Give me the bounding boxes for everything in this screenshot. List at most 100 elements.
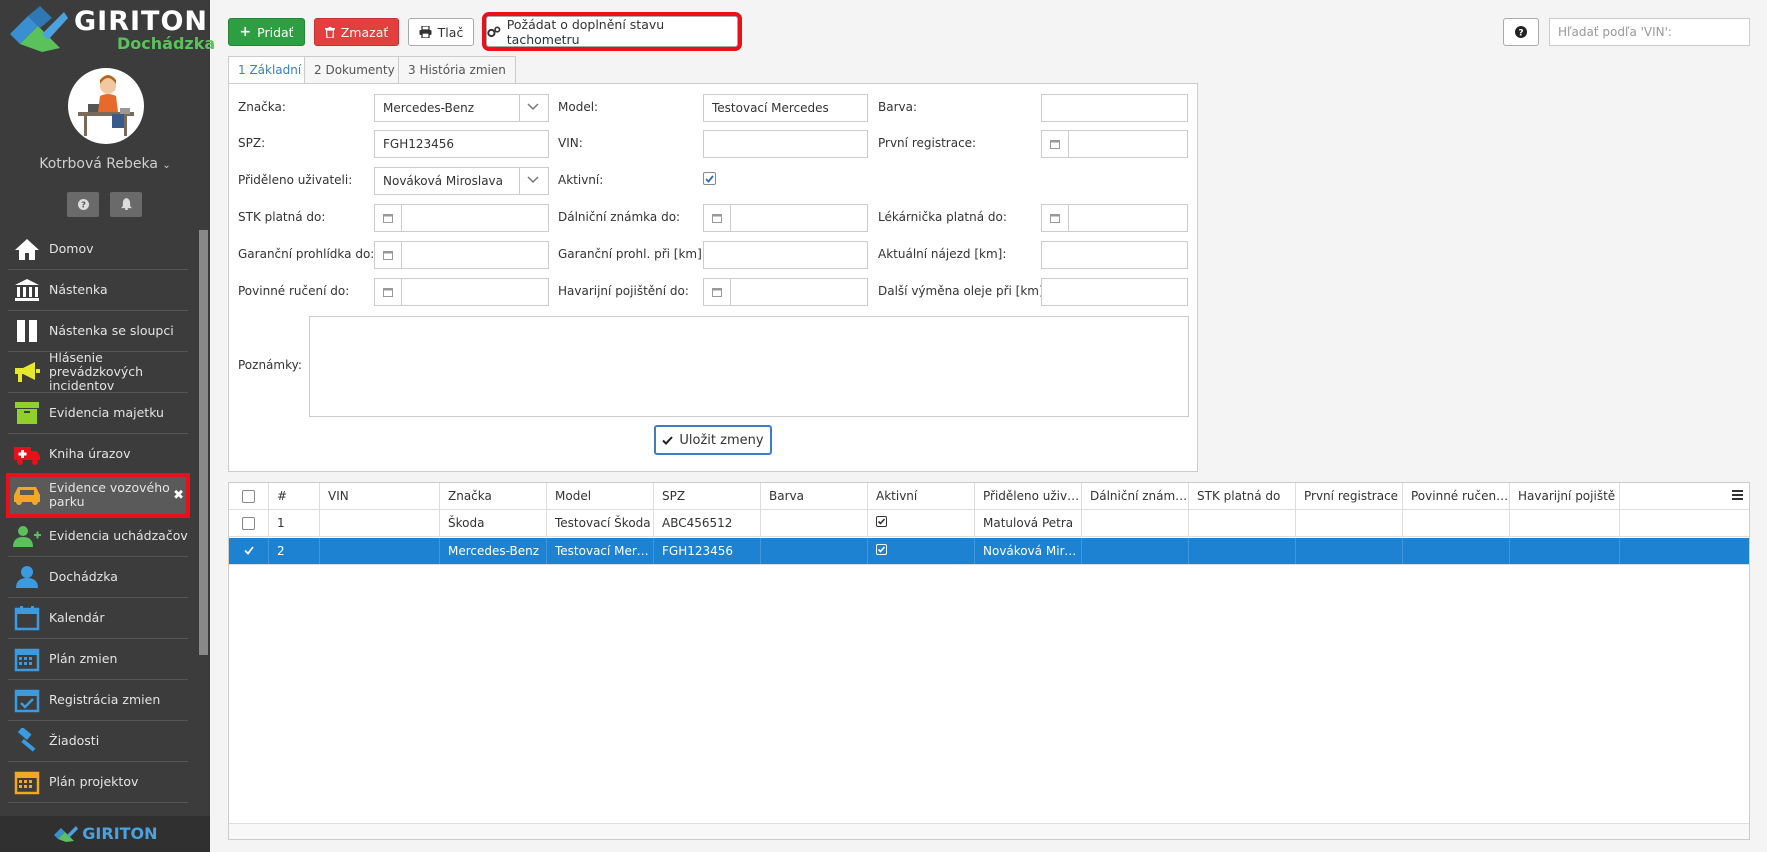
select-all-checkbox[interactable] — [242, 489, 255, 503]
table-row[interactable]: 2 Mercedes-BenzTestovací MercedesFGH12345… — [229, 538, 1749, 565]
sidebar-footer-logo[interactable]: GIRITON — [0, 816, 210, 852]
column-header[interactable]: VIN — [320, 483, 440, 509]
sidebar-item-label: Evidencia majetku — [49, 405, 164, 420]
sidebar-item-7[interactable]: Evidence vozového parku ✖ — [6, 473, 190, 518]
spz-input[interactable]: FGH123456 — [374, 130, 549, 158]
active-label: Aktivní: — [558, 173, 604, 187]
assigned-user-select[interactable]: Nováková Miroslava — [374, 167, 549, 195]
model-input[interactable]: Testovací Mercedes — [703, 94, 868, 122]
car-icon — [12, 480, 42, 510]
column-header[interactable]: # — [269, 483, 320, 509]
column-header[interactable]: První registrace — [1296, 483, 1403, 509]
sidebar-item-12[interactable]: Registrácia zmien — [8, 680, 188, 721]
mileage-input[interactable] — [1041, 241, 1188, 269]
row-select-cell[interactable] — [229, 510, 269, 536]
sidebar-item-9[interactable]: Dochádzka — [8, 557, 188, 598]
check-icon — [662, 435, 674, 445]
add-button[interactable]: + Pridať — [228, 18, 305, 46]
column-header[interactable]: Značka — [440, 483, 547, 509]
cell-color — [761, 510, 868, 536]
close-icon[interactable]: ✖ — [173, 488, 184, 503]
vin-input[interactable] — [703, 130, 868, 158]
column-header[interactable]: Havarijní pojiště — [1510, 483, 1620, 509]
sidebar-item-6[interactable]: Kniha úrazov — [8, 434, 188, 475]
save-button[interactable]: Uložit zmeny — [654, 425, 772, 455]
column-header[interactable]: Barva — [761, 483, 868, 509]
row-select-cell[interactable] — [229, 538, 269, 564]
archive-box-icon — [12, 398, 42, 428]
sidebar-item-label: Nástenka — [49, 282, 108, 297]
stk-date[interactable] — [374, 204, 549, 232]
column-header[interactable]: Dálniční známka do — [1082, 483, 1189, 509]
sidebar-item-label: Kniha úrazov — [49, 446, 131, 461]
table-horizontal-scrollbar[interactable] — [229, 823, 1749, 839]
first-registration-label: První registrace: — [878, 136, 977, 150]
check-square-icon — [876, 538, 887, 564]
column-header[interactable]: Povinné ručení do — [1403, 483, 1510, 509]
sidebar-scrollbar[interactable] — [199, 230, 208, 655]
tab-basic[interactable]: 1 Základní — [228, 56, 312, 84]
svg-text:?: ? — [81, 200, 86, 210]
warranty-inspection-date[interactable] — [374, 241, 549, 269]
sidebar-item-11[interactable]: Plán zmien — [8, 639, 188, 680]
avatar[interactable] — [68, 68, 144, 144]
table-row[interactable]: 1 Škoda Testovací Škoda ABC456512 Matulová P… — [229, 510, 1749, 537]
help-button[interactable]: ? — [1503, 18, 1539, 46]
oil-change-input[interactable] — [1041, 278, 1188, 306]
user-name-dropdown[interactable]: Kotrbová Rebeka ⌄ — [0, 156, 210, 172]
help-button[interactable]: ? — [67, 192, 99, 217]
column-header[interactable]: Aktivní — [868, 483, 975, 509]
sidebar-item-1[interactable]: Domov — [8, 229, 188, 270]
column-header[interactable]: SPZ — [654, 483, 761, 509]
sidebar-item-8[interactable]: Evidencia uchádzačov — [8, 516, 188, 557]
cell-brand: Škoda — [440, 510, 547, 536]
calendar-grid-icon — [12, 767, 42, 797]
column-header[interactable]: STK platná do — [1189, 483, 1296, 509]
logo[interactable]: GIRITON Dochádzka — [0, 0, 215, 62]
user-avatar-illustration — [78, 75, 134, 136]
first-aid-date[interactable] — [1041, 204, 1188, 232]
brand-select[interactable]: Mercedes-Benz — [374, 94, 549, 122]
chevron-down-icon: ⌄ — [162, 160, 171, 171]
calendar-icon — [704, 279, 731, 305]
sidebar-item-13[interactable]: Žiadosti — [8, 721, 188, 762]
column-header[interactable]: Model — [547, 483, 654, 509]
sidebar-item-10[interactable]: Kalendár — [8, 598, 188, 639]
column-menu-icon[interactable] — [1732, 490, 1743, 500]
footer-brand: GIRITON — [82, 824, 158, 843]
table-header: # VIN Značka Model SPZ Barva Aktivní Přiděleno … — [229, 483, 1749, 510]
warranty-km-input[interactable] — [703, 241, 868, 269]
highway-sticker-date[interactable] — [703, 204, 868, 232]
sidebar: GIRITON Dochádzka Kotrbová Rebeka ⌄ ? Do… — [0, 0, 215, 852]
sidebar-item-label: Dochádzka — [49, 569, 118, 584]
home-icon — [12, 234, 42, 264]
sidebar-item-4[interactable]: Hlásenie prevádzkových incidentov — [8, 351, 188, 393]
liability-insurance-date[interactable] — [374, 278, 549, 306]
column-header[interactable]: Přiděleno uživateli — [975, 483, 1082, 509]
trash-icon — [324, 26, 335, 38]
sidebar-item-3[interactable]: Nástenka se sloupci — [8, 311, 188, 352]
sidebar-item-label: Žiadosti — [49, 733, 100, 748]
select-all-cell[interactable] — [229, 483, 269, 509]
print-button[interactable]: Tlač — [408, 18, 474, 46]
first-registration-date[interactable] — [1041, 130, 1188, 158]
check-icon[interactable] — [243, 538, 254, 564]
request-tachometer-button[interactable]: Požádat o doplnění stavu tachometru — [482, 12, 742, 51]
cell-num: 1 — [269, 510, 320, 536]
delete-button[interactable]: Zmazať — [314, 18, 399, 46]
sidebar-item-label: Kalendár — [49, 610, 105, 625]
sidebar-item-5[interactable]: Evidencia majetku — [8, 393, 188, 434]
notes-textarea[interactable] — [309, 316, 1189, 417]
tab-history[interactable]: 3 História zmien — [398, 56, 516, 84]
row-checkbox[interactable] — [242, 516, 255, 530]
tab-documents[interactable]: 2 Dokumenty — [304, 56, 405, 84]
accident-insurance-date[interactable] — [703, 278, 868, 306]
active-checkbox[interactable] — [703, 172, 716, 185]
sidebar-item-14[interactable]: Plán projektov — [8, 762, 188, 803]
color-input[interactable] — [1041, 94, 1188, 122]
sidebar-item-2[interactable]: Nástenka — [8, 270, 188, 311]
sidebar-item-label: Registrácia zmien — [49, 692, 161, 707]
cell-spz: ABC456512 — [654, 510, 761, 536]
notifications-button[interactable] — [110, 192, 142, 217]
search-vin-input[interactable]: Hľadať podľa 'VIN': — [1549, 18, 1750, 46]
